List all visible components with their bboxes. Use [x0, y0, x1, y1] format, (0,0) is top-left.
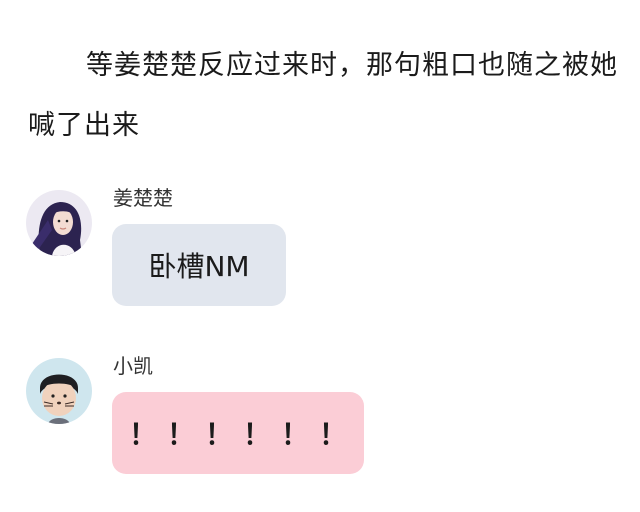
avatar-girl-icon — [26, 190, 92, 256]
sender-name: 小凯 — [113, 354, 153, 378]
message-bubble: 卧槽NM — [112, 224, 286, 306]
avatar[interactable] — [26, 190, 92, 256]
avatar-boy-icon — [26, 358, 92, 424]
avatar[interactable] — [26, 358, 92, 424]
narration-paragraph: 等姜楚楚反应过来时，那句粗口也随之被她喊了出来 — [28, 50, 618, 141]
sender-name: 姜楚楚 — [113, 186, 173, 210]
message-bubble: ！！！！！！ — [112, 392, 364, 474]
